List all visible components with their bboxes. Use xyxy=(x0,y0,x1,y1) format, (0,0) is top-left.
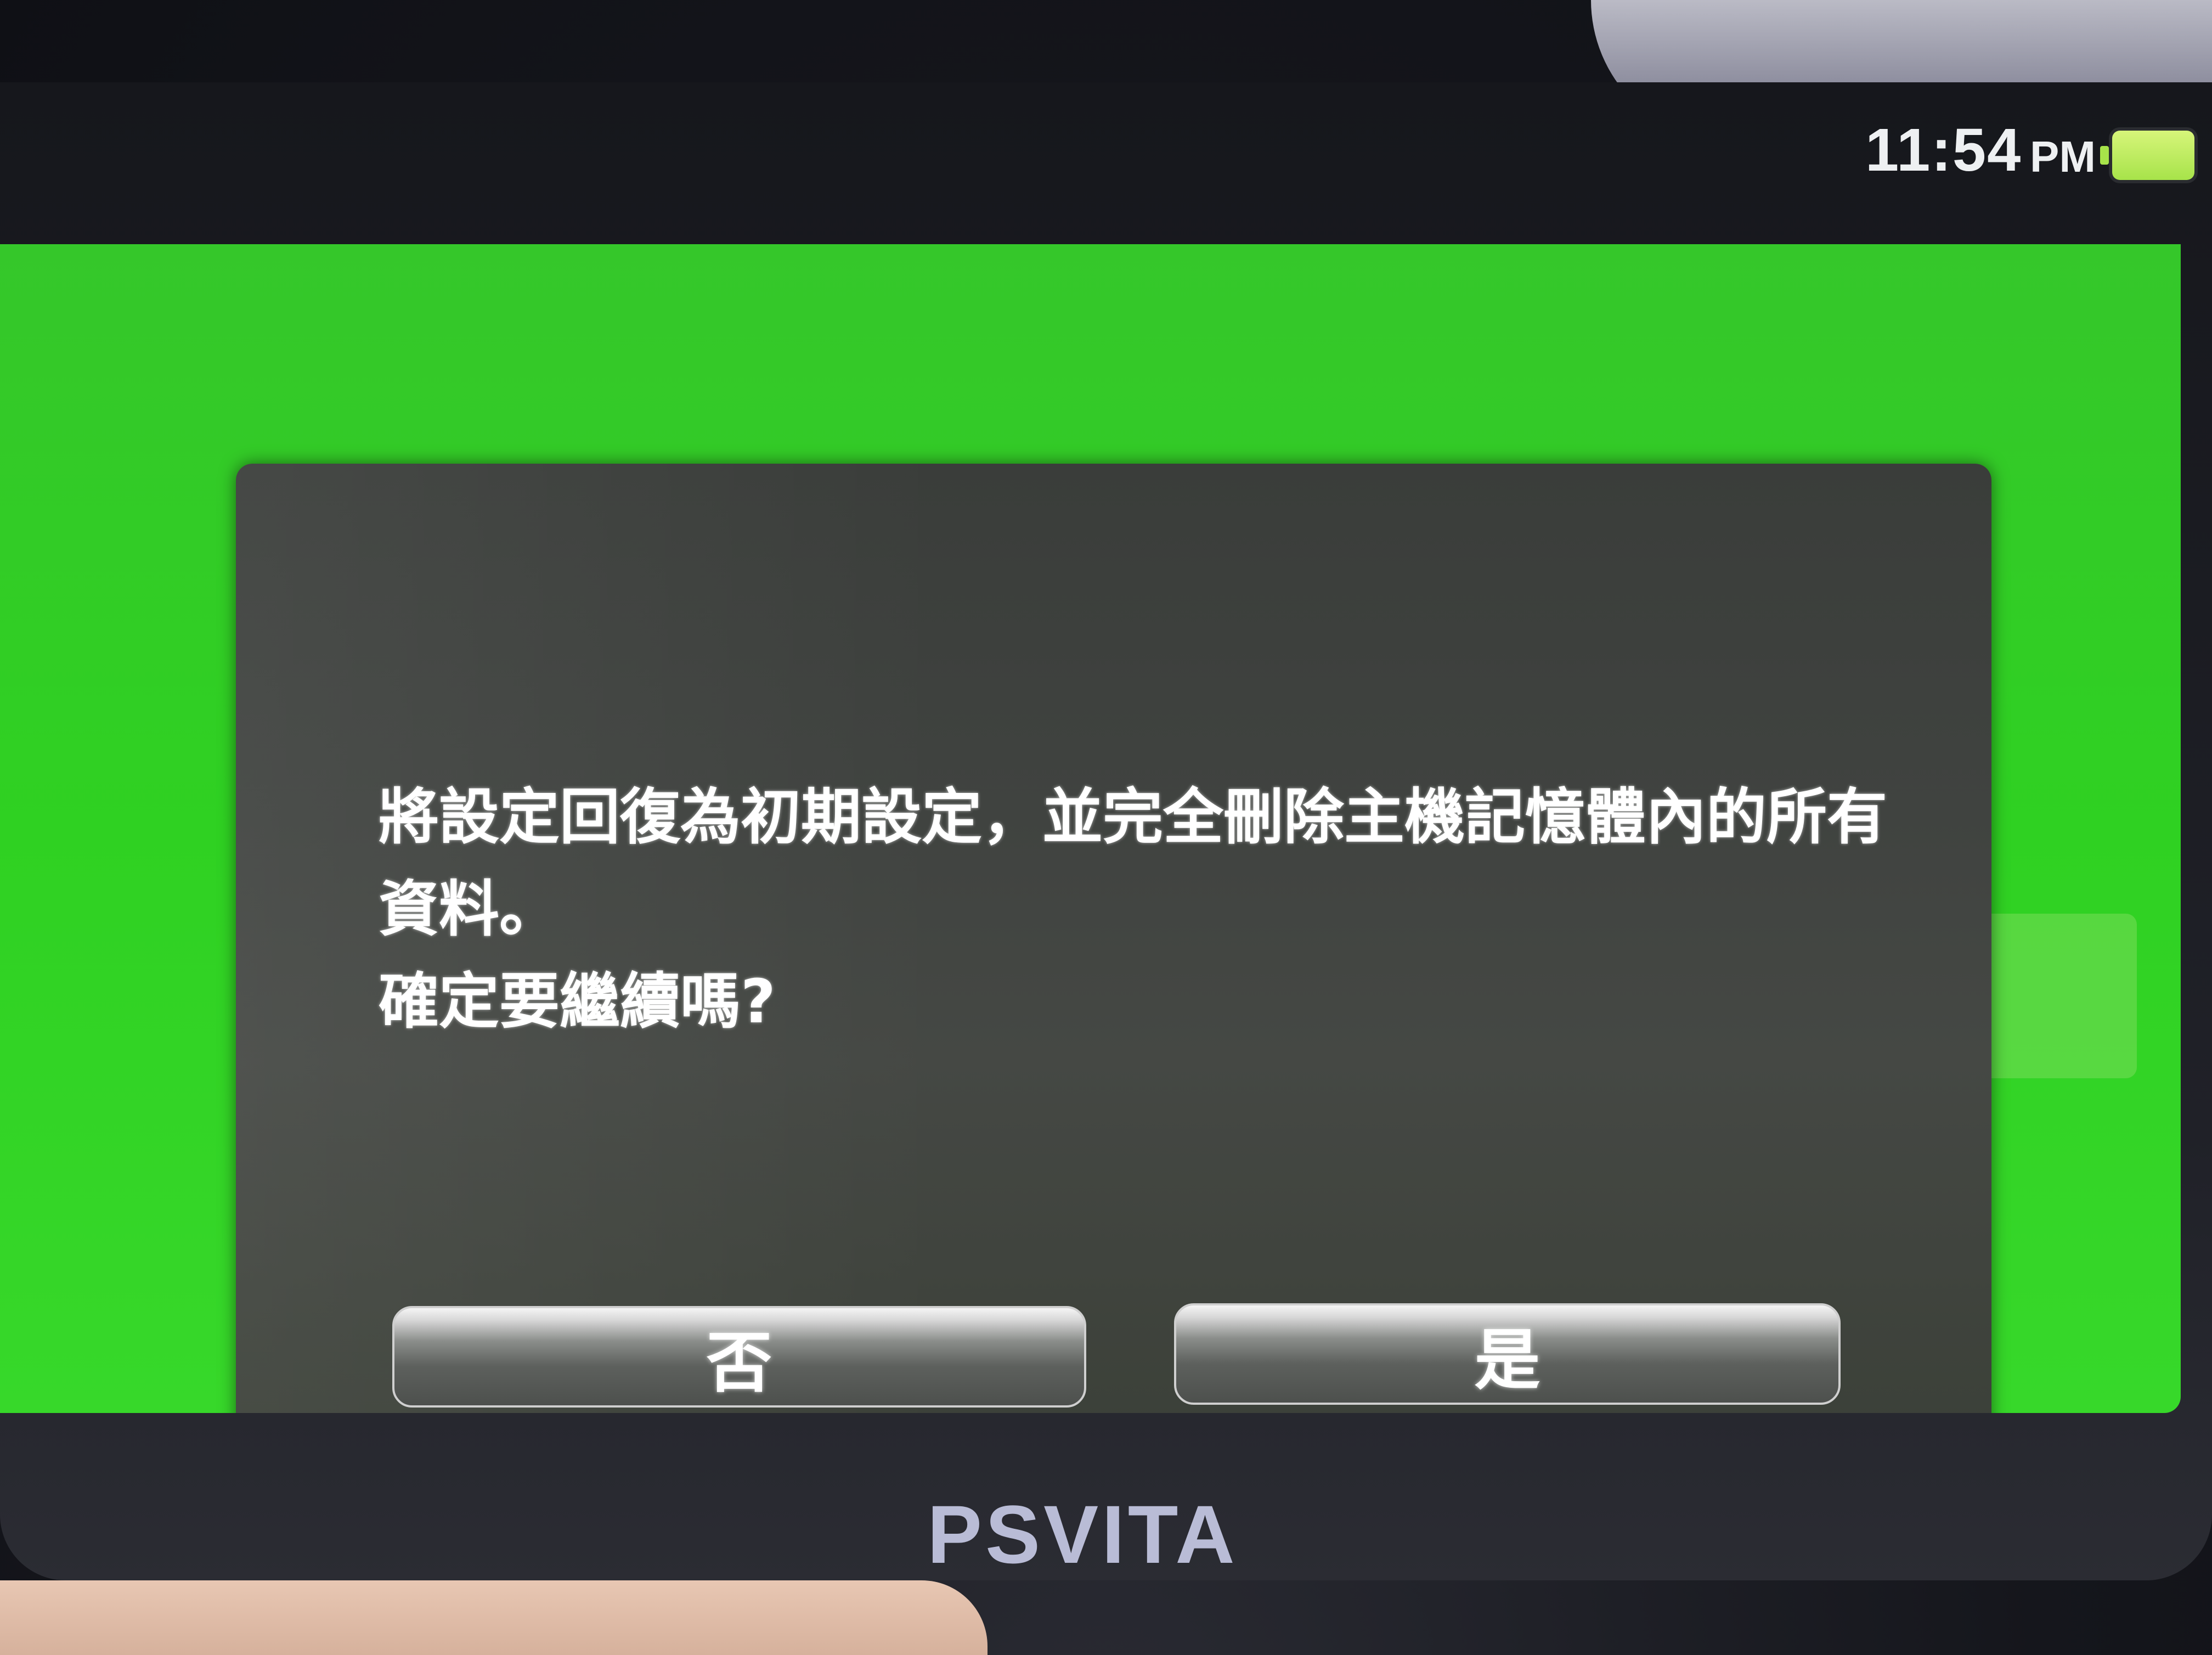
dialog-message: 將設定回復為初期設定，並完全刪除主機記憶體內的所有 資料。 確定要繼續嗎? xyxy=(379,782,1887,1037)
battery-icon xyxy=(2100,131,2194,180)
confirm-dialog: 將設定回復為初期設定，並完全刪除主機記憶體內的所有 資料。 確定要繼續嗎? 否 … xyxy=(236,464,1991,1413)
device-body: 將設定回復為初期設定，並完全刪除主機記憶體內的所有 資料。 確定要繼續嗎? 否 … xyxy=(0,82,2212,1580)
device-brand-logo: PSVITA xyxy=(927,1488,1238,1580)
status-time: 11:54 xyxy=(1865,116,2022,184)
photo-background: 將設定回復為初期設定，並完全刪除主機記憶體內的所有 資料。 確定要繼續嗎? 否 … xyxy=(0,0,2212,1655)
yes-button[interactable]: 是 xyxy=(1174,1303,1841,1405)
finger xyxy=(0,1580,988,1655)
screen: 將設定回復為初期設定，並完全刪除主機記憶體內的所有 資料。 確定要繼續嗎? 否 … xyxy=(0,244,2181,1413)
no-button[interactable]: 否 xyxy=(392,1306,1086,1408)
status-ampm: PM xyxy=(2030,132,2096,181)
